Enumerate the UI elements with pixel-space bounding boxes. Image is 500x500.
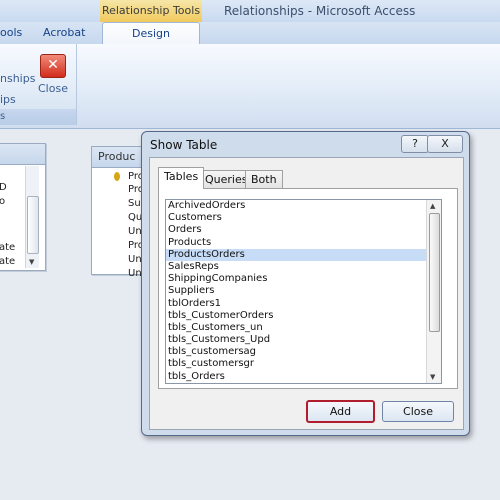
- list-item[interactable]: ArchivedOrders: [166, 200, 441, 212]
- list-item[interactable]: Suppliers: [166, 285, 441, 297]
- scroll-up-icon[interactable]: ▲: [430, 202, 435, 210]
- table-header[interactable]: [0, 144, 45, 165]
- scroll-down-icon[interactable]: ▼: [29, 258, 34, 266]
- close-button[interactable]: Close: [382, 401, 454, 422]
- tab-design[interactable]: Design: [102, 22, 200, 45]
- ribbon: nships ips ✕ Close s: [0, 44, 500, 129]
- field-item[interactable]: ate: [0, 256, 15, 267]
- list-item[interactable]: SalesReps: [166, 261, 441, 273]
- list-item[interactable]: Customers: [166, 212, 441, 224]
- list-item-selected[interactable]: ProductsOrders: [166, 248, 441, 261]
- list-item[interactable]: tbls_customersgr: [166, 358, 441, 370]
- title-bar: Relationship Tools Relationships - Micro…: [0, 0, 500, 23]
- list-item[interactable]: Orders: [166, 224, 441, 236]
- list-item[interactable]: tbls_Orders: [166, 371, 441, 383]
- field-item[interactable]: ate: [0, 242, 15, 253]
- list-item[interactable]: tbls_CustomerOrders: [166, 310, 441, 322]
- table-list[interactable]: ArchivedOrders Customers Orders Products…: [165, 199, 442, 384]
- list-item[interactable]: tbls_customersag: [166, 346, 441, 358]
- scroll-thumb[interactable]: [429, 213, 440, 332]
- field-item[interactable]: Su: [128, 198, 141, 209]
- list-item[interactable]: ShippingCompanies: [166, 273, 441, 285]
- key-icon: [114, 172, 120, 181]
- tab-tables[interactable]: Tables: [158, 167, 205, 189]
- window-title: Relationships - Microsoft Access: [224, 4, 416, 18]
- ribbon-partial-item-1[interactable]: nships: [0, 72, 35, 85]
- table-scrollbar[interactable]: ▼: [25, 166, 39, 268]
- close-icon[interactable]: ✕: [40, 54, 66, 78]
- show-table-dialog: Show Table ? X Tables Queries Both Archi…: [141, 131, 470, 436]
- scroll-down-icon[interactable]: ▼: [430, 373, 435, 381]
- list-item[interactable]: tblOrders1: [166, 298, 441, 310]
- list-scrollbar[interactable]: ▲ ▼: [426, 200, 441, 383]
- list-item[interactable]: tbls_Customers_un: [166, 322, 441, 334]
- tab-tools[interactable]: ools: [0, 22, 40, 44]
- group-footer: s: [0, 109, 76, 125]
- field-item[interactable]: Un: [128, 268, 142, 279]
- ribbon-partial-item-2[interactable]: ips: [0, 93, 16, 106]
- tab-acrobat[interactable]: Acrobat: [43, 22, 95, 44]
- group-footer-label: s: [0, 111, 6, 122]
- ribbon-close-button[interactable]: Close: [38, 82, 68, 95]
- add-button[interactable]: Add: [306, 400, 375, 423]
- list-item[interactable]: Products: [166, 237, 441, 249]
- dialog-close-x-button[interactable]: X: [427, 135, 463, 153]
- help-button[interactable]: ?: [401, 135, 429, 153]
- tab-both[interactable]: Both: [245, 170, 283, 189]
- scroll-thumb[interactable]: [27, 196, 39, 254]
- field-item[interactable]: o: [0, 196, 5, 207]
- dialog-body: Tables Queries Both ArchivedOrders Custo…: [149, 157, 464, 430]
- field-item[interactable]: D: [0, 182, 7, 193]
- context-tool-label: Relationship Tools: [100, 0, 202, 22]
- ribbon-tab-row: ools Acrobat Design: [0, 22, 500, 45]
- field-item[interactable]: Un: [128, 254, 142, 265]
- tables-tab-panel: ArchivedOrders Customers Orders Products…: [158, 188, 458, 389]
- list-item[interactable]: tbls_Customers_Upd: [166, 334, 441, 346]
- table-box-left[interactable]: D o ate ate ▼: [0, 143, 46, 271]
- dialog-title: Show Table: [150, 138, 218, 152]
- relationships-group: nships ips ✕ Close s: [0, 44, 77, 125]
